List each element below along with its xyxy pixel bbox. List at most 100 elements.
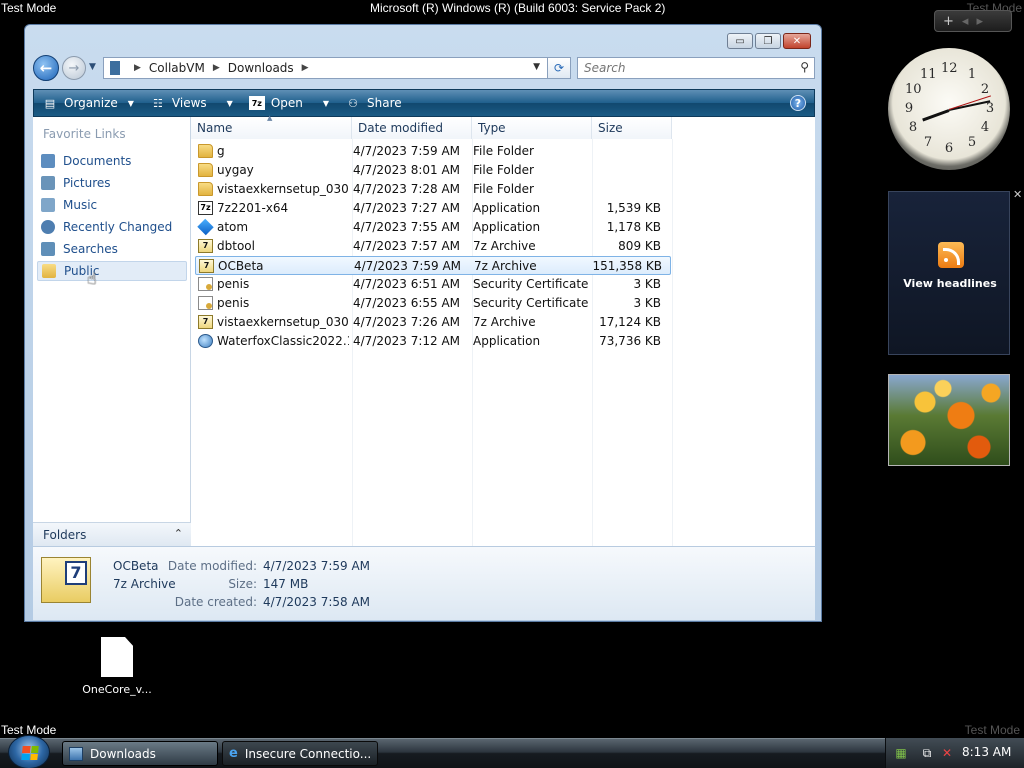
7z-archive-icon: 7 [198,239,213,253]
share-button[interactable]: ⚇ Share [337,90,410,116]
column-header-name[interactable]: Name ▲ [191,114,352,139]
clock-gadget[interactable]: 12 1 2 3 4 5 6 7 8 9 10 11 [888,48,1010,170]
forward-button[interactable]: → [62,56,86,80]
back-arrow-icon: ← [39,59,53,77]
date-created-label: Date created: [174,595,257,609]
minimize-button[interactable]: ▭ [727,33,753,49]
file-row[interactable]: penis 4/7/2023 6:55 AM Security Certific… [195,294,671,313]
7z-logo: 7 [65,561,87,585]
file-size: 17,124 KB [599,315,661,329]
view-headlines-link[interactable]: View headlines [889,277,1011,290]
column-header-label: Type [478,121,506,135]
close-gadget-icon[interactable]: ✕ [1013,188,1022,201]
back-button[interactable]: ← [33,55,59,81]
clock-time[interactable]: 8:13 AM [962,745,1011,759]
maximize-button[interactable]: ❐ [755,33,781,49]
file-date: 4/7/2023 6:55 AM [353,296,461,310]
column-divider [672,139,673,546]
explorer-icon [69,746,83,761]
breadcrumb-downloads[interactable]: Downloads [228,61,294,75]
refresh-button[interactable]: ⟳ [547,57,571,79]
pictures-icon [41,176,55,190]
file-date: 4/7/2023 8:01 AM [353,163,461,177]
file-date: 4/7/2023 7:59 AM [353,144,461,158]
folders-toggle[interactable]: Folders ⌃ [33,522,191,546]
clock-number: 8 [908,120,918,135]
file-row[interactable]: atom 4/7/2023 7:55 AM Application 1,178 … [195,218,671,237]
sidebar-item-recently-changed[interactable]: Recently Changed [37,217,187,237]
file-row[interactable]: g 4/7/2023 7:59 AM File Folder [195,142,671,161]
file-row-selected[interactable]: 7 OCBeta 4/7/2023 7:59 AM 7z Archive 151… [195,256,671,275]
sidebar-item-label: Music [63,198,98,212]
add-gadget-icon[interactable]: + [943,14,954,29]
forward-arrow-icon: → [68,60,80,76]
sidebar-item-documents[interactable]: Documents [37,151,187,171]
hand-cursor-icon: ☝ [87,269,97,288]
date-modified-label: Date modified: [167,559,257,573]
sidebar-item-pictures[interactable]: Pictures [37,173,187,193]
help-button[interactable]: ? [790,95,806,111]
volume-muted-icon[interactable]: ✕ [940,746,954,760]
breadcrumb-separator-icon[interactable]: ▶ [302,63,309,73]
start-button[interactable] [8,735,50,768]
document-icon [101,637,133,677]
navigation-bar: ← → ▼ ▶ CollabVM ▶ Downloads ▶ ▼ ⟳ ⚲ [33,55,815,81]
desktop-file-label: OneCore_v... [82,683,152,696]
file-row[interactable]: 7 dbtool 4/7/2023 7:57 AM 7z Archive 809… [195,237,671,256]
column-header-date[interactable]: Date modified [352,117,472,139]
sidebar-item-public[interactable]: Public [37,261,187,281]
address-bar[interactable]: ▶ CollabVM ▶ Downloads ▶ ▼ [103,57,569,79]
file-type: File Folder [473,182,534,196]
open-button[interactable]: 7z Open ▼ [241,90,337,116]
taskbar-button-insecure-connection[interactable]: e Insecure Connectio... [222,741,378,766]
taskbar-button-downloads[interactable]: Downloads [62,741,218,766]
recent-pages-dropdown[interactable]: ▼ [89,62,96,72]
7zip-icon: 7z [248,96,265,110]
feed-headlines-gadget[interactable]: View headlines [888,191,1010,355]
file-row[interactable]: 7z 7z2201-x64 4/7/2023 7:27 AM Applicati… [195,199,671,218]
refresh-icon: ⟳ [553,61,565,75]
file-date: 4/7/2023 7:26 AM [353,315,461,329]
column-header-type[interactable]: Type [472,117,592,139]
file-type: 7z Archive [473,315,536,329]
favorite-links-heading: Favorite Links [43,127,126,141]
7zip-app-icon: 7z [198,201,213,215]
file-name: g [217,144,225,158]
file-name: WaterfoxClassic2022.11 [217,334,349,348]
slideshow-gadget[interactable] [888,374,1010,466]
sidebar-item-searches[interactable]: Searches [37,239,187,259]
breadcrumb-collabvm[interactable]: CollabVM [149,61,205,75]
taskbar-button-label: Downloads [90,746,156,761]
file-row[interactable]: uygay 4/7/2023 8:01 AM File Folder [195,161,671,180]
network-icon[interactable]: ⧉ [920,746,934,760]
next-icon[interactable]: ▸ [976,14,983,29]
organize-button[interactable]: ▤ Organize ▼ [34,90,142,116]
column-header-size[interactable]: Size [592,117,672,139]
sidebar-item-music[interactable]: Music [37,195,187,215]
file-row[interactable]: penis 4/7/2023 6:51 AM Security Certific… [195,275,671,294]
file-row[interactable]: WaterfoxClassic2022.11 4/7/2023 7:12 AM … [195,332,671,351]
close-button[interactable]: ✕ [783,33,811,49]
folders-label: Folders [43,527,87,542]
folder-icon [198,163,213,177]
address-dropdown-icon[interactable]: ▼ [533,62,540,72]
rss-icon [938,242,964,268]
desktop-file-icon[interactable]: OneCore_v... [80,637,154,696]
views-button[interactable]: ☷ Views ▼ [142,90,241,116]
explorer-window: ▭ ❐ ✕ ← → ▼ ▶ CollabVM ▶ Downloads ▶ ▼ ⟳… [24,24,822,622]
windows-defender-icon[interactable]: ▦ [894,746,908,760]
window-controls: ▭ ❐ ✕ [727,33,811,49]
previous-icon[interactable]: ◂ [962,14,969,29]
date-modified-value[interactable]: 4/7/2023 7:59 AM [263,559,370,573]
file-row[interactable]: vistaexkernsetup_0309... 4/7/2023 7:28 A… [195,180,671,199]
column-header-label: Date modified [358,121,444,135]
waterfox-app-icon [198,334,213,348]
sidebar-item-label: Pictures [63,176,111,190]
clock-number: 11 [920,67,937,82]
file-date: 4/7/2023 7:28 AM [353,182,461,196]
breadcrumb-separator-icon[interactable]: ▶ [134,63,141,73]
search-icon[interactable]: ⚲ [800,60,809,74]
search-input[interactable] [584,61,784,75]
file-row[interactable]: 7 vistaexkernsetup_0309... 4/7/2023 7:26… [195,313,671,332]
breadcrumb-separator-icon[interactable]: ▶ [213,63,220,73]
